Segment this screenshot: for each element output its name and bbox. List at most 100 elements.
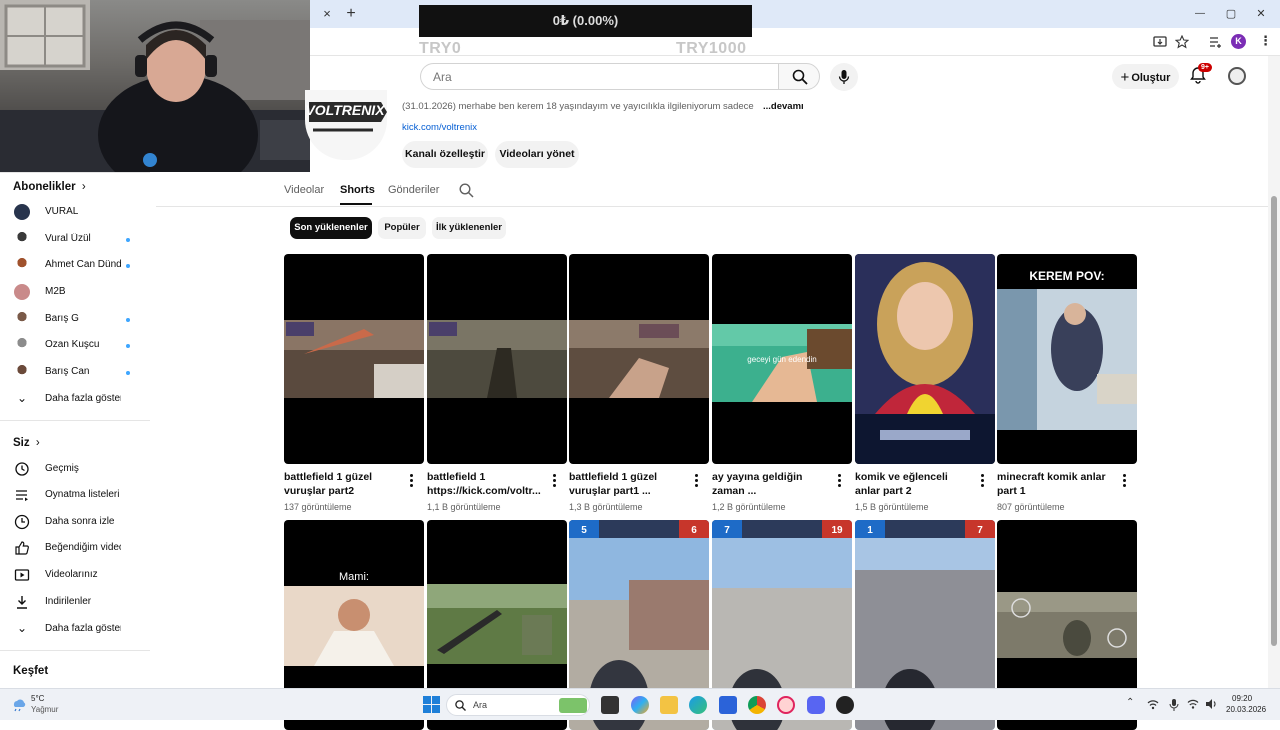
search-highlight-image (559, 698, 587, 713)
sidebar-item-m2b[interactable]: M2B (0, 280, 150, 306)
sidebar-item-liked-videos[interactable]: Beğendiğim videolar (0, 536, 150, 562)
create-button[interactable]: + Oluştur (1112, 64, 1179, 89)
tray-overflow-icon[interactable]: ⌃ (1126, 697, 1134, 708)
weather-rain-icon[interactable] (10, 695, 28, 713)
webcam-overlay (0, 0, 310, 172)
sidebar-item-label: Barış Can (45, 366, 90, 377)
sidebar-item-watch-later[interactable]: Daha sonra izle (0, 510, 150, 536)
sidebar-show-more[interactable]: ⌄ Daha fazla göster (0, 387, 150, 413)
scrollbar-thumb[interactable] (1271, 196, 1277, 646)
svg-text:1: 1 (867, 525, 873, 536)
bookmark-star-icon[interactable] (1175, 35, 1189, 49)
sidebar-item-ozan-kuscu[interactable]: Ozan Kuşcu (0, 333, 150, 359)
manage-videos-button[interactable]: Videoları yönet (495, 141, 579, 168)
sidebar-item-playlists[interactable]: Oynatma listeleri (0, 483, 150, 509)
short-title[interactable]: battlefield 1 güzel vuruşlar part1 ... (569, 470, 687, 498)
more-options-icon[interactable] (693, 474, 701, 488)
discord-icon[interactable] (807, 696, 825, 714)
reading-list-icon[interactable] (1208, 35, 1222, 49)
short-title[interactable]: komik ve eğlenceli anlar part 2 (855, 470, 973, 498)
close-tab-button[interactable]: × (316, 3, 338, 25)
more-options-icon[interactable] (408, 474, 416, 488)
browser-menu-icon[interactable]: ⋮ (1259, 33, 1272, 49)
sidebar-item-vural-uzul[interactable]: Vural Üzül (0, 227, 150, 253)
chip-oldest[interactable]: İlk yüklenenler (432, 217, 506, 239)
svg-text:Mami:: Mami: (339, 571, 369, 583)
page-scrollbar[interactable] (1268, 56, 1280, 688)
sidebar-item-ahmet-can[interactable]: Ahmet Can Dünd... (0, 253, 150, 279)
wifi-icon[interactable] (1187, 698, 1199, 710)
opera-icon[interactable] (777, 696, 795, 714)
svg-text:KEREM POV:: KEREM POV: (1029, 269, 1104, 283)
profile-avatar[interactable]: K (1231, 34, 1246, 49)
file-explorer-icon[interactable] (660, 696, 678, 714)
microphone-icon[interactable] (1169, 698, 1179, 712)
customize-channel-button[interactable]: Kanalı özelleştir (402, 141, 488, 168)
short-thumbnail[interactable] (427, 254, 567, 464)
network-icon[interactable] (1147, 699, 1159, 711)
description-more-link[interactable]: ...devamı (763, 101, 804, 112)
short-thumbnail[interactable] (855, 254, 995, 464)
new-content-dot (126, 344, 130, 348)
minimize-window-button[interactable]: — (1189, 3, 1211, 25)
taskbar-search[interactable]: Ara (446, 694, 590, 716)
edge-icon[interactable] (689, 696, 707, 714)
account-avatar[interactable] (1228, 67, 1246, 85)
sidebar-item-your-videos[interactable]: Videolarınız (0, 563, 150, 589)
app-icon[interactable] (836, 696, 854, 714)
windows-start-icon[interactable] (423, 696, 440, 713)
more-options-icon[interactable] (836, 474, 844, 488)
sidebar-item-history[interactable]: Geçmiş (0, 457, 150, 483)
search-button[interactable] (778, 63, 820, 90)
donation-goal-max: TRY1000 (676, 40, 747, 57)
plus-icon: + (1120, 69, 1130, 86)
new-tab-button[interactable]: + (340, 3, 362, 25)
chip-popular[interactable]: Popüler (378, 217, 426, 239)
notifications-button[interactable]: 9+ (1189, 63, 1212, 88)
short-title[interactable]: minecraft komik anlar part 1 (997, 470, 1115, 498)
more-options-icon[interactable] (1121, 474, 1129, 488)
sidebar-item-baris-g[interactable]: Barış G (0, 307, 150, 333)
voice-search-button[interactable] (830, 63, 858, 91)
more-options-icon[interactable] (551, 474, 559, 488)
short-thumbnail[interactable]: geceyi gün edendin (712, 254, 852, 464)
donation-goal-min: TRY0 (419, 40, 462, 57)
task-view-icon[interactable] (601, 696, 619, 714)
tab-shorts[interactable]: Shorts (340, 184, 375, 196)
store-icon[interactable] (719, 696, 737, 714)
channel-avatar[interactable]: VOLTRENIX (305, 90, 387, 160)
short-title[interactable]: ay yayına geldiğin zaman ... (712, 470, 830, 498)
tab-videos[interactable]: Videolar (284, 184, 324, 196)
clock-date[interactable]: 20.03.2026 (1226, 705, 1266, 714)
sidebar-item-downloads[interactable]: İndirilenler (0, 590, 150, 616)
volume-icon[interactable] (1205, 698, 1218, 710)
tab-posts[interactable]: Gönderiler (388, 184, 439, 196)
chevron-right-icon: › (81, 181, 86, 193)
sidebar-item-label: Ozan Kuşcu (45, 339, 100, 350)
search-input[interactable]: Ara (420, 63, 779, 90)
short-title[interactable]: battlefield 1 güzel vuruşlar part2 (284, 470, 402, 498)
you-heading[interactable]: Siz › (13, 437, 40, 449)
clock-time[interactable]: 09:20 (1232, 694, 1252, 703)
maximize-window-button[interactable]: ▢ (1220, 3, 1242, 25)
chrome-icon[interactable] (748, 696, 766, 714)
close-window-button[interactable]: ✕ (1250, 3, 1272, 25)
sidebar-item-baris-can[interactable]: Barış Can (0, 360, 150, 386)
sidebar-item-vural[interactable]: VURAL (0, 200, 150, 226)
sidebar-show-more-2[interactable]: ⌄ Daha fazla göster (0, 617, 150, 643)
short-thumbnail[interactable]: KEREM POV: (997, 254, 1137, 464)
short-title[interactable]: battlefield 1 https://kick.com/voltr... (427, 470, 545, 498)
channel-external-link[interactable]: kick.com/voltrenix (402, 122, 477, 133)
subscriptions-heading[interactable]: Abonelikler › (13, 181, 86, 193)
copilot-icon[interactable] (631, 696, 649, 714)
new-content-dot (126, 264, 130, 268)
sidebar-item-label: Geçmiş (45, 463, 79, 474)
more-options-icon[interactable] (979, 474, 987, 488)
short-thumbnail[interactable] (284, 254, 424, 464)
install-app-icon[interactable] (1153, 35, 1167, 49)
voltrenix-logo: VOLTRENIX (305, 102, 387, 132)
sidebar-item-label: Barış G (45, 313, 79, 324)
channel-search-icon[interactable] (459, 183, 474, 198)
chip-latest[interactable]: Son yüklenenler (290, 217, 372, 239)
short-thumbnail[interactable] (569, 254, 709, 464)
